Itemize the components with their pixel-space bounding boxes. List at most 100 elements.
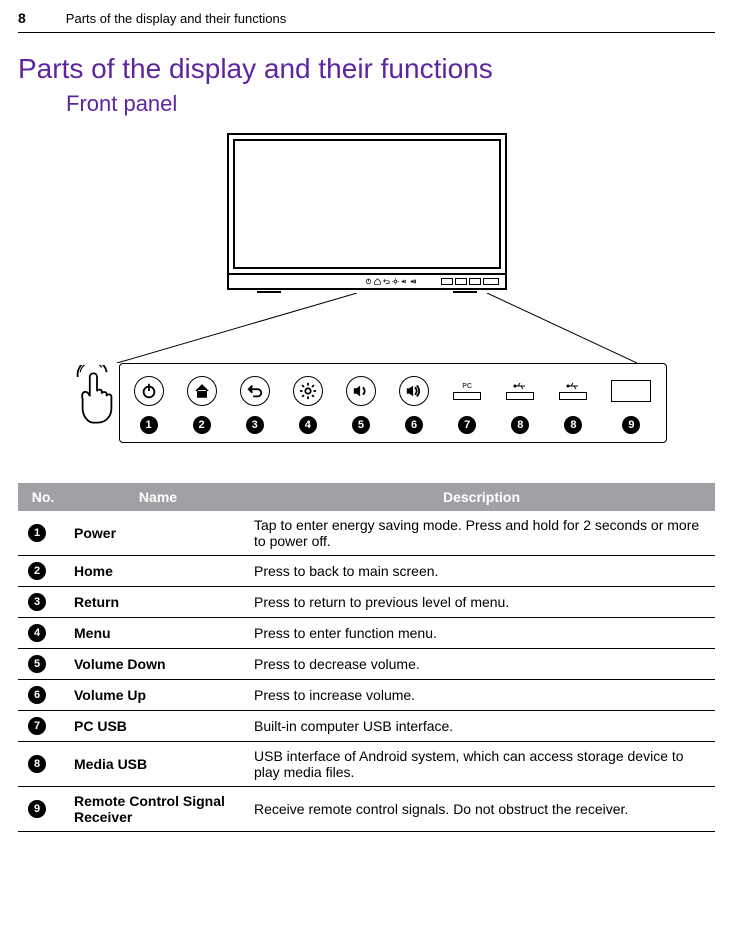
callout-lines bbox=[77, 293, 657, 363]
home-button[interactable] bbox=[187, 376, 217, 406]
volume-down-icon bbox=[352, 382, 370, 400]
power-button[interactable] bbox=[134, 376, 164, 406]
return-icon bbox=[246, 382, 264, 400]
table-row: 6 Volume Up Press to increase volume. bbox=[18, 680, 715, 711]
pc-usb-label: PC bbox=[462, 383, 472, 390]
table-row: 7 PC USB Built-in computer USB interface… bbox=[18, 711, 715, 742]
button-strip-wrap: PC 1 2 3 4 bbox=[67, 363, 667, 443]
volume-down-button[interactable] bbox=[346, 376, 376, 406]
media-usb-port-2[interactable] bbox=[558, 376, 588, 406]
table-row: 4 Menu Press to enter function menu. bbox=[18, 618, 715, 649]
row-desc: Tap to enter energy saving mode. Press a… bbox=[248, 511, 715, 556]
usb-slot-icon bbox=[453, 392, 481, 400]
table-row: 2 Home Press to back to main screen. bbox=[18, 556, 715, 587]
mini-return-icon bbox=[383, 278, 390, 285]
col-header-name: Name bbox=[68, 483, 248, 511]
button-strip: PC 1 2 3 4 bbox=[119, 363, 667, 443]
subsection-heading: Front panel bbox=[66, 91, 715, 117]
section-heading: Parts of the display and their functions bbox=[18, 53, 715, 85]
callout-badge-2: 2 bbox=[193, 416, 211, 434]
callout-badge-8a: 8 bbox=[511, 416, 529, 434]
menu-button[interactable] bbox=[293, 376, 323, 406]
row-badge: 8 bbox=[28, 755, 46, 773]
row-desc: Press to enter function menu. bbox=[248, 618, 715, 649]
tv-illustration bbox=[227, 133, 507, 293]
ir-receiver-window bbox=[611, 380, 651, 402]
table-header-row: No. Name Description bbox=[18, 483, 715, 511]
row-desc: Press to increase volume. bbox=[248, 680, 715, 711]
row-badge: 1 bbox=[28, 524, 46, 542]
front-panel-diagram: PC 1 2 3 4 bbox=[18, 133, 715, 443]
row-name: Volume Up bbox=[68, 680, 248, 711]
mini-usb-pc bbox=[441, 278, 453, 285]
table-row: 8 Media USB USB interface of Android sys… bbox=[18, 742, 715, 787]
row-desc: Built-in computer USB interface. bbox=[248, 711, 715, 742]
number-row: 1 2 3 4 5 6 7 8 8 9 bbox=[134, 416, 652, 434]
description-table: No. Name Description 1 Power Tap to ente… bbox=[18, 483, 715, 832]
volume-up-icon bbox=[405, 382, 423, 400]
row-name: PC USB bbox=[68, 711, 248, 742]
row-name: Volume Down bbox=[68, 649, 248, 680]
usb-slot-icon bbox=[506, 392, 534, 400]
return-button[interactable] bbox=[240, 376, 270, 406]
col-header-desc: Description bbox=[248, 483, 715, 511]
table-row: 3 Return Press to return to previous lev… bbox=[18, 587, 715, 618]
table-row: 9 Remote Control Signal Receiver Receive… bbox=[18, 787, 715, 832]
page-number: 8 bbox=[18, 10, 26, 26]
callout-badge-4: 4 bbox=[299, 416, 317, 434]
row-badge: 2 bbox=[28, 562, 46, 580]
home-icon bbox=[193, 382, 211, 400]
row-desc: Press to back to main screen. bbox=[248, 556, 715, 587]
page-header: 8 Parts of the display and their functio… bbox=[18, 10, 715, 33]
row-name: Home bbox=[68, 556, 248, 587]
row-name: Return bbox=[68, 587, 248, 618]
volume-up-button[interactable] bbox=[399, 376, 429, 406]
row-desc: Press to return to previous level of men… bbox=[248, 587, 715, 618]
callout-badge-6: 6 bbox=[405, 416, 423, 434]
header-title: Parts of the display and their functions bbox=[66, 11, 286, 26]
mini-power-icon bbox=[365, 278, 372, 285]
hand-icon bbox=[67, 363, 127, 427]
row-name: Power bbox=[68, 511, 248, 556]
mini-gear-icon bbox=[392, 278, 399, 285]
tv-screen bbox=[233, 139, 501, 269]
tv-small-panel bbox=[227, 275, 507, 290]
mini-ir-window bbox=[483, 278, 499, 285]
button-row: PC bbox=[134, 376, 652, 406]
row-desc: USB interface of Android system, which c… bbox=[248, 742, 715, 787]
mini-volup-icon bbox=[410, 278, 417, 285]
row-desc: Receive remote control signals. Do not o… bbox=[248, 787, 715, 832]
panel-usb-group bbox=[441, 278, 499, 285]
row-name: Media USB bbox=[68, 742, 248, 787]
gear-icon bbox=[299, 382, 317, 400]
usb-icon bbox=[513, 382, 527, 390]
callout-badge-8b: 8 bbox=[564, 416, 582, 434]
callout-badge-5: 5 bbox=[352, 416, 370, 434]
page: 8 Parts of the display and their functio… bbox=[0, 0, 733, 852]
table-row: 1 Power Tap to enter energy saving mode.… bbox=[18, 511, 715, 556]
callout-badge-7: 7 bbox=[458, 416, 476, 434]
row-name: Remote Control Signal Receiver bbox=[68, 787, 248, 832]
col-header-no: No. bbox=[18, 483, 68, 511]
media-usb-port-1[interactable] bbox=[505, 376, 535, 406]
row-desc: Press to decrease volume. bbox=[248, 649, 715, 680]
pc-usb-port[interactable]: PC bbox=[452, 376, 482, 406]
mini-usb-media1 bbox=[455, 278, 467, 285]
callout-badge-9: 9 bbox=[622, 416, 640, 434]
row-name: Menu bbox=[68, 618, 248, 649]
callout-badge-3: 3 bbox=[246, 416, 264, 434]
usb-slot-icon bbox=[559, 392, 587, 400]
row-badge: 3 bbox=[28, 593, 46, 611]
row-badge: 9 bbox=[28, 800, 46, 818]
usb-icon bbox=[566, 382, 580, 390]
tv-bezel bbox=[227, 133, 507, 275]
row-badge: 7 bbox=[28, 717, 46, 735]
mini-home-icon bbox=[374, 278, 381, 285]
mini-usb-media2 bbox=[469, 278, 481, 285]
mini-voldown-icon bbox=[401, 278, 408, 285]
row-badge: 4 bbox=[28, 624, 46, 642]
table-row: 5 Volume Down Press to decrease volume. bbox=[18, 649, 715, 680]
panel-icon-group bbox=[365, 278, 417, 285]
row-badge: 6 bbox=[28, 686, 46, 704]
row-badge: 5 bbox=[28, 655, 46, 673]
